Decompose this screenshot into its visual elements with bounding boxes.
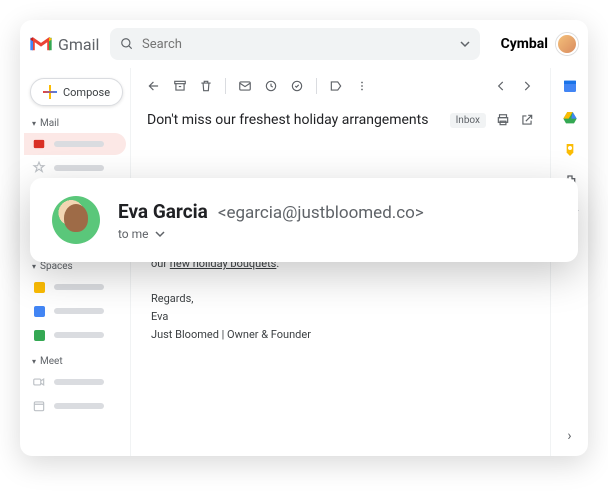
caret-down-icon: ▾ [32, 262, 36, 271]
video-icon [32, 375, 46, 389]
more-icon[interactable] [355, 79, 369, 93]
label-chip[interactable]: Inbox [450, 113, 486, 128]
sidebar-meet-item[interactable] [24, 395, 126, 417]
sidebar-item-inbox[interactable] [24, 133, 126, 155]
space-icon [32, 328, 46, 342]
side-panel: › [550, 68, 588, 456]
search-icon [120, 37, 134, 51]
nav-placeholder [54, 308, 104, 314]
message-subject: Don't miss our freshest holiday arrangem… [147, 112, 440, 128]
snooze-icon[interactable] [264, 79, 278, 93]
separator [225, 78, 226, 94]
collapse-panel-icon[interactable]: › [567, 428, 571, 444]
nav-placeholder [54, 379, 104, 385]
sidebar-space-item[interactable] [24, 324, 126, 346]
caret-down-icon [460, 39, 470, 49]
caret-down-icon: ▾ [32, 357, 36, 366]
space-icon [32, 304, 46, 318]
nav-placeholder [54, 141, 104, 147]
star-icon [32, 161, 46, 175]
print-icon[interactable] [496, 113, 510, 127]
account-avatar[interactable] [556, 33, 578, 55]
label-icon[interactable] [329, 79, 343, 93]
section-meet[interactable]: ▾ Meet [24, 354, 126, 369]
app-body: Compose ▾ Mail [20, 68, 588, 456]
search-input[interactable] [142, 37, 460, 52]
back-icon[interactable] [147, 79, 161, 93]
sign-name: Eva [151, 308, 530, 326]
search-bar[interactable] [110, 28, 480, 60]
archive-icon[interactable] [173, 79, 187, 93]
product-name: Gmail [58, 35, 99, 54]
chevron-down-icon [155, 229, 165, 239]
gmail-icon [30, 36, 52, 52]
space-icon [32, 280, 46, 294]
nav-placeholder [54, 332, 104, 338]
compose-button[interactable]: Compose [30, 78, 123, 106]
sender-info: Eva Garcia <egarcia@justbloomed.co> to m… [118, 200, 424, 241]
sender-email: <egarcia@justbloomed.co> [218, 203, 424, 223]
message-toolbar [131, 68, 550, 104]
prev-icon[interactable] [494, 79, 508, 93]
search-options-caret[interactable] [460, 39, 470, 49]
sign-title: Just Bloomed | Owner & Founder [151, 326, 530, 344]
delete-icon[interactable] [199, 79, 213, 93]
calendar-icon[interactable] [562, 78, 578, 94]
main-content: Don't miss our freshest holiday arrangem… [130, 68, 550, 456]
section-mail[interactable]: ▾ Mail [24, 116, 126, 131]
next-icon[interactable] [520, 79, 534, 93]
open-new-icon[interactable] [520, 113, 534, 127]
sender-name: Eva Garcia [118, 200, 208, 223]
inbox-icon [32, 137, 46, 151]
plus-icon [43, 85, 57, 99]
sender-avatar[interactable] [52, 196, 100, 244]
task-icon[interactable] [290, 79, 304, 93]
calendar-icon [32, 399, 46, 413]
sidebar: Compose ▾ Mail [20, 68, 130, 456]
recipient-line[interactable]: to me [118, 227, 424, 241]
subject-row: Don't miss our freshest holiday arrangem… [131, 104, 550, 140]
gmail-logo[interactable]: Gmail [30, 35, 102, 54]
workspace-brand: Cymbal [501, 36, 548, 52]
sender-card: Eva Garcia <egarcia@justbloomed.co> to m… [30, 178, 578, 262]
separator [316, 78, 317, 94]
drive-icon[interactable] [562, 110, 578, 126]
sidebar-meet-item[interactable] [24, 371, 126, 393]
sidebar-item-starred[interactable] [24, 157, 126, 179]
nav-placeholder [54, 403, 104, 409]
mark-unread-icon[interactable] [238, 79, 252, 93]
caret-down-icon: ▾ [32, 119, 36, 128]
sidebar-space-item[interactable] [24, 276, 126, 298]
sidebar-space-item[interactable] [24, 300, 126, 322]
sign-regards: Regards, [151, 290, 530, 308]
nav-placeholder [54, 165, 104, 171]
compose-label: Compose [63, 86, 110, 99]
keep-icon[interactable] [562, 142, 578, 158]
header: Gmail Cymbal [20, 20, 588, 68]
nav-placeholder [54, 284, 104, 290]
